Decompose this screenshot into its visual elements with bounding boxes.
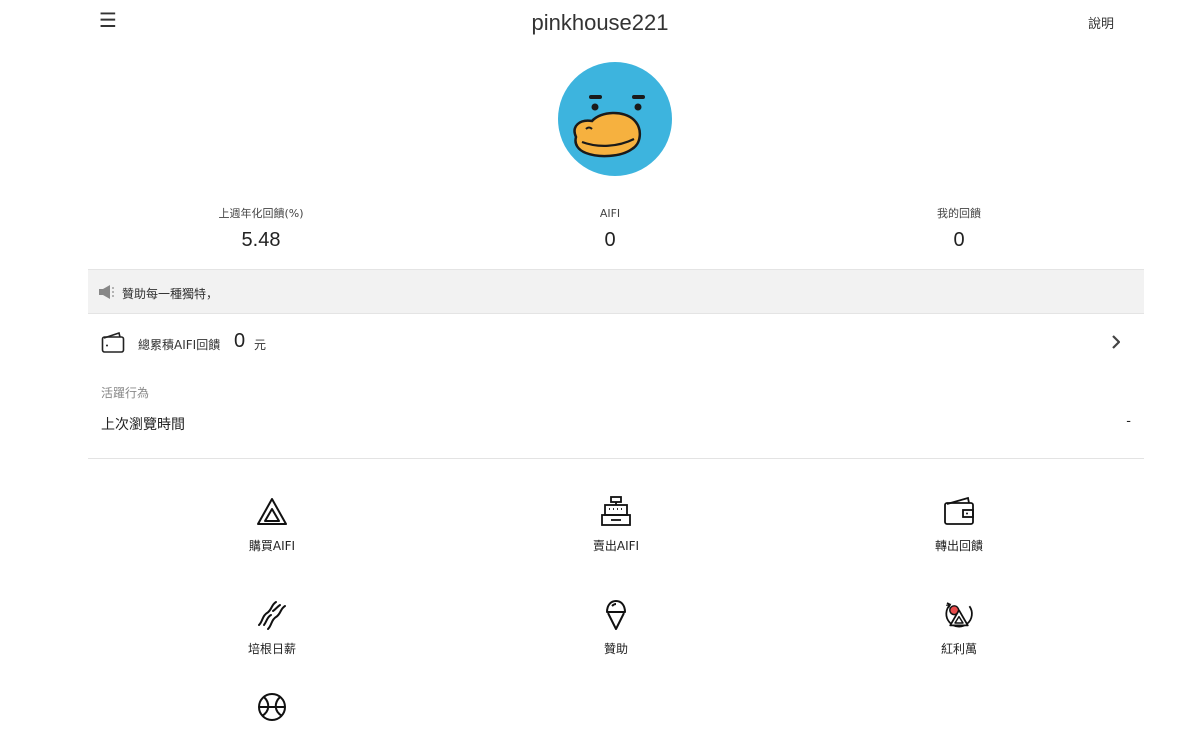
wallet-icon [944, 496, 974, 525]
ball-button[interactable] [192, 691, 352, 732]
aifi-logo-icon [257, 498, 287, 525]
activity-section-label: 活躍行為 [101, 386, 150, 400]
action-label: 贊助 [603, 642, 628, 656]
cumulative-label: 總累積AIFI回饋 [138, 338, 221, 352]
stat-label: 我的回饋 [937, 207, 981, 220]
stat-aifi: AIFI 0 [480, 207, 740, 252]
action-label: 培根日薪 [247, 642, 296, 656]
last-browse-label: 上次瀏覽時間 [101, 417, 185, 433]
ice-cream-icon [606, 600, 626, 630]
cumulative-amount: 0 [234, 330, 246, 352]
last-browse-row: 上次瀏覽時間 - [88, 408, 1144, 436]
stat-weekly-return: 上週年化回饋(%) 5.48 [131, 207, 391, 252]
stat-label: 上週年化回饋(%) [218, 207, 304, 220]
bacon-salary-button[interactable]: 培根日薪 [192, 599, 352, 657]
avatar [558, 62, 672, 176]
bonus-icon [945, 602, 973, 628]
cash-register-icon [601, 496, 631, 526]
bacon-icon [258, 601, 286, 630]
bonus-button[interactable]: 紅利萬 [879, 599, 1039, 657]
wallet-icon [101, 331, 125, 358]
sponsor-button[interactable]: 贊助 [536, 599, 696, 657]
ball-icon [258, 693, 286, 721]
stat-label: AIFI [599, 207, 621, 220]
action-label: 購買AIFI [248, 539, 296, 553]
help-link[interactable]: 說明 [1088, 13, 1114, 32]
speaker-icon [99, 284, 119, 303]
last-browse-value: - [1126, 414, 1131, 429]
stat-value: 5.48 [241, 229, 281, 251]
action-label: 紅利萬 [940, 642, 977, 656]
chevron-right-icon [1112, 334, 1121, 353]
duck-avatar-icon [573, 95, 645, 158]
divider [88, 458, 1144, 459]
transfer-reward-button[interactable]: 轉出回饋 [879, 496, 1039, 554]
buy-aifi-button[interactable]: 購買AIFI [192, 496, 352, 554]
announcement-bar: 贊助每一種獨特， [88, 269, 1144, 314]
page: ☰ pinkhouse221 說明 上週年化回饋(%) 5.48 AIFI 0 … [0, 0, 1200, 721]
action-label: 賣出AIFI [592, 539, 640, 553]
stat-my-reward: 我的回饋 0 [829, 207, 1089, 252]
action-label: 轉出回饋 [934, 539, 983, 553]
stat-value: 0 [604, 229, 616, 251]
cumulative-reward-row[interactable]: 總累積AIFI回饋 0 元 [88, 318, 1144, 366]
page-title: pinkhouse221 [531, 10, 669, 35]
sell-aifi-button[interactable]: 賣出AIFI [536, 496, 696, 554]
top-bar: ☰ pinkhouse221 說明 [0, 0, 1200, 52]
announcement-text: 贊助每一種獨特， [122, 287, 219, 301]
stats-row: 上週年化回饋(%) 5.48 AIFI 0 我的回饋 0 [88, 207, 1144, 263]
stat-value: 0 [953, 229, 965, 251]
cumulative-unit: 元 [254, 338, 267, 352]
